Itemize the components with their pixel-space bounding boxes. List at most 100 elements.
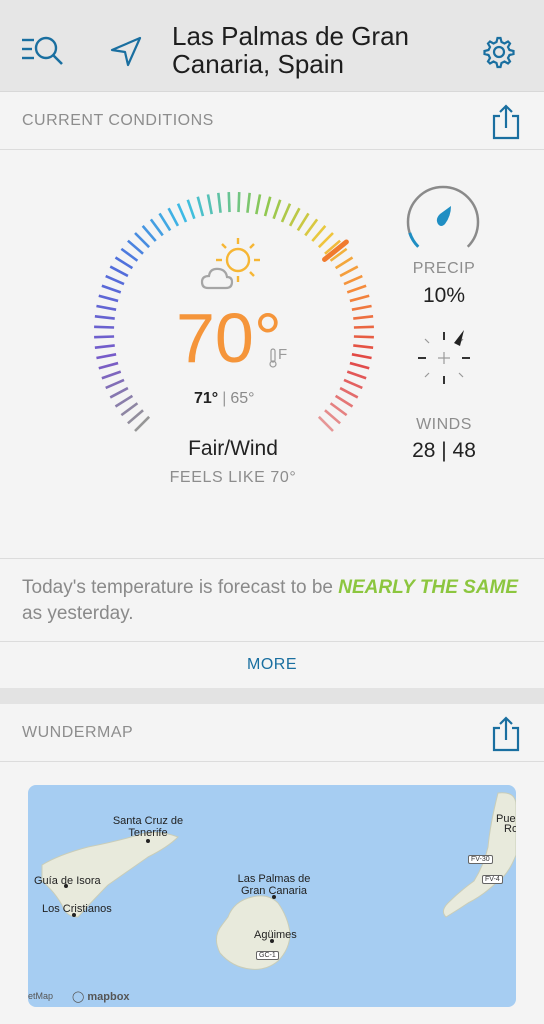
gauge-tick bbox=[353, 344, 374, 349]
share-icon[interactable] bbox=[490, 104, 522, 140]
precip-gauge[interactable] bbox=[405, 184, 481, 260]
forecast-text: Today's temperature is forecast to be NE… bbox=[22, 575, 522, 627]
forecast-emphasis: NEARLY THE SAME bbox=[338, 577, 519, 598]
forecast-prefix: Today's temperature is forecast to be bbox=[22, 577, 339, 598]
location-arrow-icon[interactable] bbox=[108, 34, 144, 68]
road-gc1: GC-1 bbox=[256, 951, 279, 960]
gear-icon[interactable] bbox=[480, 33, 518, 71]
map-label-santa-cruz: Santa Cruz de Tenerife bbox=[112, 815, 184, 839]
gauge-tick bbox=[149, 218, 164, 237]
gauge-tick bbox=[349, 294, 370, 303]
gauge-tick bbox=[94, 325, 115, 329]
gauge-tick bbox=[349, 361, 370, 370]
map-label-guia: Guía de Isora bbox=[34, 875, 101, 887]
gauge-tick bbox=[167, 207, 180, 227]
gauge-tick bbox=[353, 335, 374, 339]
gauge-tick bbox=[353, 315, 374, 320]
gauge-tick bbox=[280, 203, 292, 223]
precip-label: PRECIP bbox=[412, 260, 476, 277]
gauge-tick bbox=[109, 265, 129, 278]
map-label-aguimes: Agüimes bbox=[254, 929, 297, 941]
search-menu-icon[interactable] bbox=[20, 34, 66, 68]
gauge-tick bbox=[255, 194, 262, 215]
low-temp: 65° bbox=[230, 390, 255, 407]
gauge-tick bbox=[196, 196, 205, 217]
gauge-tick bbox=[105, 274, 125, 286]
gauge-tick bbox=[351, 353, 372, 360]
gauge-tick bbox=[317, 232, 334, 249]
gauge-tick bbox=[109, 386, 129, 399]
gauge-tick bbox=[176, 203, 188, 223]
gauge-tick bbox=[246, 192, 251, 213]
section-title: CURRENT CONDITIONS bbox=[22, 112, 214, 129]
gauge-tick bbox=[296, 212, 310, 232]
map-attribution[interactable]: etMap bbox=[28, 991, 53, 1001]
forecast-comparison: Today's temperature is forecast to be NE… bbox=[0, 558, 544, 642]
section-title: WUNDERMAP bbox=[22, 724, 134, 741]
gauge-tick bbox=[98, 294, 119, 303]
gauge-tick bbox=[98, 361, 119, 370]
section-divider bbox=[0, 688, 544, 704]
gauge-tick bbox=[134, 232, 151, 249]
location-title[interactable]: Las Palmas de Gran Canaria, Spain bbox=[172, 22, 472, 78]
gauge-tick bbox=[134, 415, 151, 432]
mapbox-logo: ◯ mapbox bbox=[72, 991, 130, 1003]
gauge-tick bbox=[351, 304, 372, 311]
winds-label: WINDS bbox=[416, 416, 472, 433]
wundermap-header: WUNDERMAP bbox=[0, 704, 544, 762]
gauge-tick bbox=[334, 394, 354, 408]
gauge-tick bbox=[227, 192, 231, 213]
gauge-tick bbox=[304, 218, 319, 237]
gauge-tick bbox=[114, 256, 134, 270]
hilo-separator: | bbox=[222, 390, 227, 407]
gauge-tick bbox=[329, 402, 348, 417]
precip-value: 10% bbox=[422, 284, 466, 307]
gauge-tick bbox=[346, 370, 367, 380]
feels-like: FEELS LIKE 70° bbox=[169, 469, 297, 486]
app-header: Las Palmas de Gran Canaria, Spain bbox=[0, 0, 544, 92]
gauge-tick bbox=[158, 212, 172, 232]
gauge-tick bbox=[101, 284, 122, 294]
gauge-tick bbox=[94, 335, 115, 339]
map-label-ro: Ro bbox=[504, 823, 516, 835]
gauge-tick bbox=[94, 344, 115, 349]
gauge-tick bbox=[101, 370, 122, 380]
gauge-tick bbox=[237, 192, 241, 213]
gauge-tick bbox=[324, 409, 341, 425]
gauge-tick bbox=[263, 196, 272, 217]
mapbox-text: mapbox bbox=[87, 991, 130, 1003]
map-label-cristianos: Los Cristianos bbox=[42, 903, 112, 915]
high-temp: 71° bbox=[194, 390, 219, 407]
gauge-tick bbox=[96, 304, 117, 311]
gauge-tick bbox=[339, 265, 359, 278]
unit-letter: F bbox=[278, 346, 288, 363]
gauge-tick bbox=[353, 325, 374, 329]
gauge-tick bbox=[120, 247, 139, 262]
road-fv30: FV-30 bbox=[468, 855, 493, 864]
gauge-tick bbox=[186, 199, 196, 220]
current-conditions-header: CURRENT CONDITIONS bbox=[0, 92, 544, 150]
wundermap[interactable]: Santa Cruz de Tenerife Guía de Isora Los… bbox=[28, 785, 516, 1007]
forecast-suffix: as yesterday. bbox=[22, 603, 134, 624]
current-temperature: 70° bbox=[176, 299, 282, 377]
gauge-tick bbox=[96, 353, 117, 360]
gauge-tick bbox=[346, 284, 367, 294]
gauge-tick bbox=[272, 199, 282, 220]
gauge-tick bbox=[339, 386, 359, 399]
gauge-tick bbox=[120, 402, 139, 417]
share-icon[interactable] bbox=[490, 716, 522, 752]
wind-compass-icon[interactable] bbox=[412, 326, 476, 390]
winds-value: 28 | 48 bbox=[412, 439, 476, 462]
gauge-tick bbox=[105, 378, 125, 390]
raindrop-icon bbox=[436, 206, 451, 226]
sun-cloud-icon bbox=[200, 238, 260, 290]
map-label-las-palmas: Las Palmas de Gran Canaria bbox=[237, 873, 311, 897]
high-low: 71° | 65° bbox=[194, 390, 255, 408]
road-fv4: FV-4 bbox=[482, 875, 503, 884]
gauge-tick bbox=[217, 192, 222, 213]
gauge-tick bbox=[94, 315, 115, 320]
more-button[interactable]: MORE bbox=[0, 642, 544, 688]
gauge-tick bbox=[141, 225, 157, 242]
gauge-tick bbox=[311, 225, 327, 242]
gauge-tick bbox=[114, 394, 134, 408]
